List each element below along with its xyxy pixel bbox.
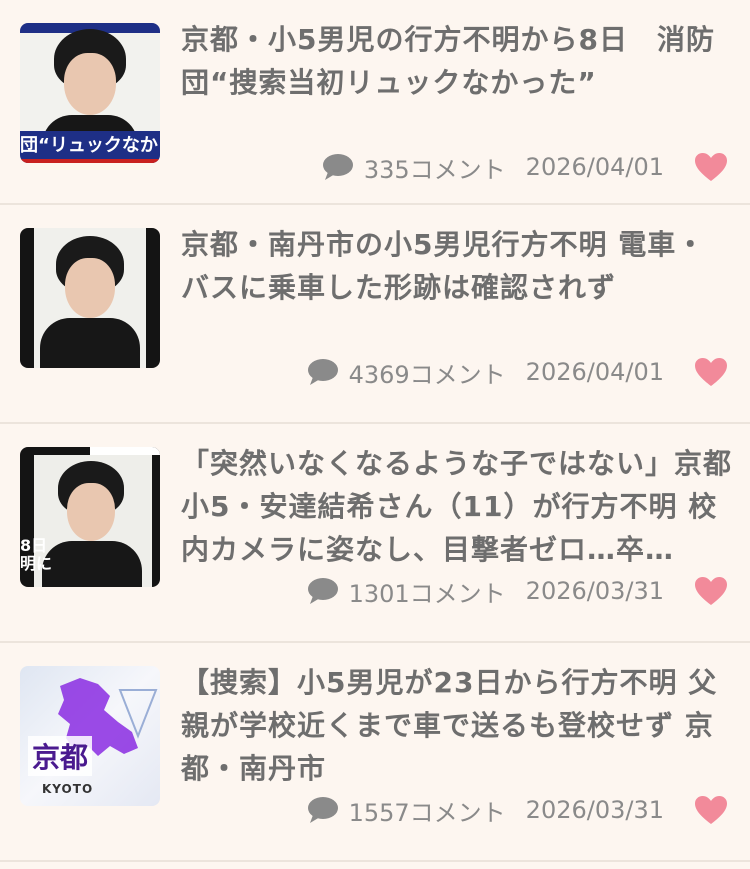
thumbnail-caption: 京都 [28, 736, 93, 776]
article-thumbnail[interactable]: 団“リュックなか [20, 23, 160, 163]
thumbnail-subcaption: KYOTO [42, 782, 94, 796]
comment-count: 1557コメント [348, 798, 506, 827]
article-title[interactable]: 京都・小5男児の行方不明から8日 消防団“捜索当初リュックなかった” [181, 18, 732, 104]
heart-icon[interactable] [694, 576, 728, 606]
article-title[interactable]: 【捜索】小5男児が23日から行方不明 父親が学校近くまで車で送るも登校せず 京都… [181, 661, 732, 790]
article-thumbnail[interactable]: 8日 明に [20, 447, 160, 587]
article-list: 団“リュックなか 京都・小5男児の行方不明から8日 消防団“捜索当初リュックなか… [0, 0, 750, 862]
list-item[interactable]: 京都・南丹市の小5男児行方不明 電車・バスに乗車した形跡は確認されず 4369コ… [0, 205, 750, 424]
comment-count: 335コメント [363, 155, 506, 184]
article-thumbnail[interactable]: 京都 KYOTO [20, 666, 160, 806]
list-item[interactable]: 8日 明に 「突然いなくなるような子ではない」京都小5・安達結希さん（11）が行… [0, 424, 750, 643]
comment-count: 1301コメント [348, 579, 506, 608]
thumbnail-caption: 団“リュックなか [20, 131, 160, 163]
comment-bubble-icon [307, 578, 338, 604]
article-meta: 335コメント 2026/04/01 [322, 150, 728, 184]
article-meta: 4369コメント 2026/04/01 [307, 355, 728, 389]
thumbnail-caption: 8日 明に [20, 536, 53, 573]
article-thumbnail[interactable] [20, 228, 160, 368]
article-date: 2026/04/01 [525, 358, 664, 386]
article-meta: 1557コメント 2026/03/31 [307, 793, 728, 827]
heart-icon[interactable] [694, 152, 728, 182]
list-item[interactable]: 団“リュックなか 京都・小5男児の行方不明から8日 消防団“捜索当初リュックなか… [0, 0, 750, 205]
article-title[interactable]: 「突然いなくなるような子ではない」京都小5・安達結希さん（11）が行方不明 校内… [181, 442, 732, 571]
article-meta: 1301コメント 2026/03/31 [307, 574, 728, 608]
heart-icon[interactable] [694, 357, 728, 387]
list-item[interactable]: 京都 KYOTO 【捜索】小5男児が23日から行方不明 父親が学校近くまで車で送… [0, 643, 750, 862]
comment-bubble-icon [307, 359, 338, 385]
article-date: 2026/04/01 [525, 153, 664, 181]
comment-count: 4369コメント [348, 360, 506, 389]
comment-bubble-icon [322, 154, 353, 180]
comment-bubble-icon [307, 797, 338, 823]
article-date: 2026/03/31 [525, 577, 664, 605]
article-date: 2026/03/31 [525, 796, 664, 824]
article-title[interactable]: 京都・南丹市の小5男児行方不明 電車・バスに乗車した形跡は確認されず [181, 223, 732, 309]
heart-icon[interactable] [694, 795, 728, 825]
